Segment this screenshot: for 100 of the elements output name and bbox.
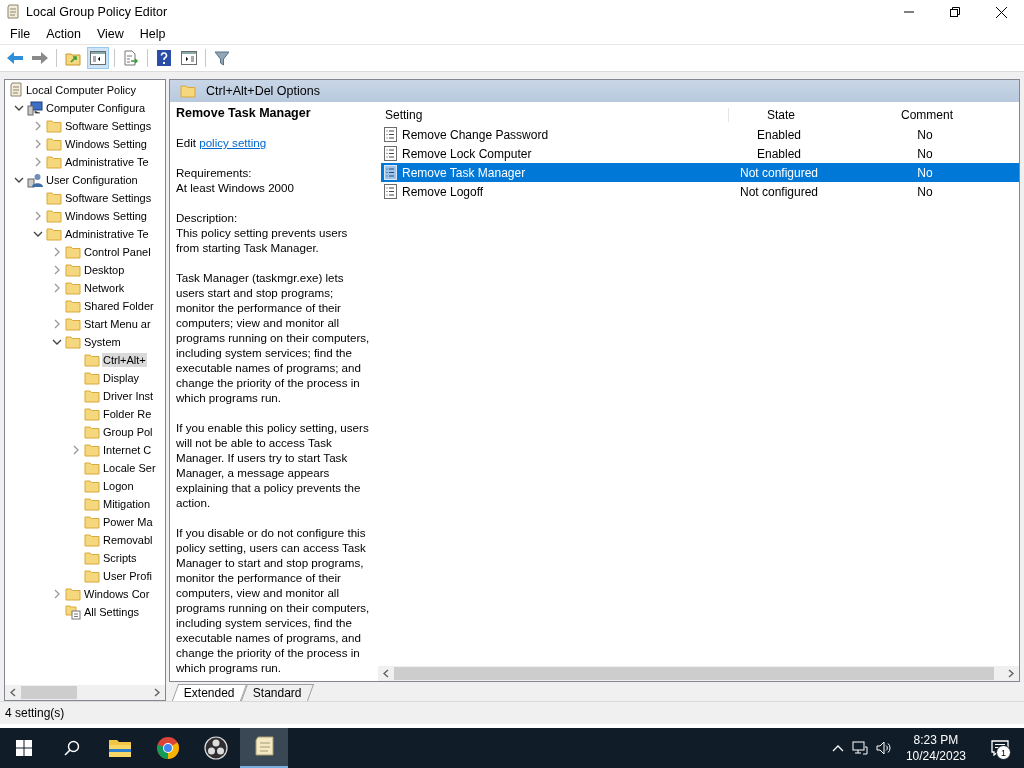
folder-icon xyxy=(46,119,62,133)
show-tree-icon xyxy=(90,51,106,65)
caret-icon[interactable] xyxy=(831,744,844,752)
tree-item[interactable]: Windows Cor xyxy=(83,587,151,601)
clock[interactable]: 8:23 PM 10/24/2023 xyxy=(899,732,972,764)
computer-icon xyxy=(27,100,43,116)
expand-chevron-icon[interactable] xyxy=(54,247,60,257)
setting-row[interactable]: Remove Lock Computer Enabled No xyxy=(381,144,1019,163)
collapse-chevron-icon[interactable] xyxy=(14,105,24,111)
tree-item[interactable]: Shared Folder xyxy=(83,299,155,313)
expand-chevron-icon[interactable] xyxy=(35,121,41,131)
column-header[interactable]: State xyxy=(729,108,829,122)
scroll-right-icon[interactable] xyxy=(154,688,160,697)
collapse-chevron-icon[interactable] xyxy=(33,231,43,237)
folder-icon xyxy=(65,281,81,295)
tree-item[interactable]: Group Pol xyxy=(102,425,154,439)
tree-item[interactable]: Software Settings xyxy=(64,119,153,133)
edit-sentence: Edit policy setting xyxy=(176,135,268,150)
back-arrow-icon xyxy=(6,51,24,65)
tree-item[interactable]: All Settings xyxy=(83,605,141,619)
tree-item[interactable]: Administrative Te xyxy=(64,155,150,169)
description-paragraph: This policy setting prevents users from starting Task Manager. xyxy=(176,225,349,255)
tree-item[interactable]: Windows Setting xyxy=(64,137,148,151)
state-cell-text: Not configured xyxy=(738,184,819,199)
expand-chevron-icon[interactable] xyxy=(35,157,41,167)
tree-item[interactable]: System xyxy=(83,335,122,349)
taskbar-app[interactable] xyxy=(240,728,288,768)
column-header[interactable]: Setting xyxy=(381,108,729,122)
tree-item[interactable]: Removabl xyxy=(102,533,154,547)
comment-cell-text: No xyxy=(916,146,934,161)
folder-icon xyxy=(108,738,132,758)
tree-item[interactable]: Mitigation xyxy=(102,497,152,511)
scrollbar-thumb[interactable] xyxy=(394,667,994,680)
menu-item[interactable]: Action xyxy=(38,27,89,41)
tree-item[interactable]: Windows Setting xyxy=(64,209,148,223)
folder-up-icon xyxy=(65,50,81,66)
tree-item[interactable]: Ctrl+Alt+ xyxy=(102,353,147,367)
policy-setting-link[interactable]: policy setting xyxy=(199,136,267,149)
menu-item[interactable]: File xyxy=(2,27,39,41)
tree-item[interactable]: Start Menu ar xyxy=(83,317,152,331)
expand-chevron-icon[interactable] xyxy=(35,139,41,149)
collapse-chevron-icon[interactable] xyxy=(52,339,62,345)
folder-icon xyxy=(84,389,100,403)
menu-item[interactable]: View xyxy=(88,27,132,41)
menu-item[interactable]: Help xyxy=(131,27,174,41)
folder-icon xyxy=(84,425,100,439)
network-icon[interactable] xyxy=(851,741,868,755)
requirements-text: At least Windows 2000 xyxy=(176,181,294,194)
volume-icon[interactable] xyxy=(875,741,892,755)
folder-icon xyxy=(65,263,81,277)
setting-row[interactable]: Remove Task Manager Not configured No xyxy=(381,163,1019,182)
tree-item[interactable]: Software Settings xyxy=(64,191,153,205)
tree-item[interactable]: Administrative Te xyxy=(64,227,150,241)
tree-item[interactable]: Logon xyxy=(102,479,135,493)
setting-row[interactable]: Remove Change Password Enabled No xyxy=(381,125,1019,144)
tree-item[interactable]: Computer Configura xyxy=(45,101,147,115)
view-tab[interactable]: Standard xyxy=(240,684,314,701)
expand-chevron-icon[interactable] xyxy=(73,445,79,455)
windows-logo-icon xyxy=(16,740,32,756)
tree-item[interactable]: Scripts xyxy=(102,551,138,565)
action-pane-icon xyxy=(181,51,197,65)
user-icon xyxy=(27,172,43,188)
tree-item[interactable]: User Configuration xyxy=(45,173,139,187)
toolbar-button[interactable] xyxy=(87,47,109,69)
setting-name: Remove Logoff xyxy=(402,184,484,199)
status-text: 4 setting(s) xyxy=(5,706,65,720)
expand-chevron-icon[interactable] xyxy=(54,319,60,329)
folder-icon xyxy=(84,461,100,475)
setting-icon xyxy=(384,127,397,142)
tree-item[interactable]: Power Ma xyxy=(102,515,154,529)
notification-button[interactable]: 1 xyxy=(980,728,1020,768)
tree-item[interactable]: User Profi xyxy=(102,569,153,583)
export-list-icon xyxy=(123,50,139,66)
folder-icon xyxy=(84,533,100,547)
tree-item[interactable]: Driver Inst xyxy=(102,389,155,403)
comment-cell-text: No xyxy=(916,165,934,180)
tree-item[interactable]: Internet C xyxy=(102,443,153,457)
scroll-icon xyxy=(6,4,20,20)
tree-item[interactable]: Control Panel xyxy=(83,245,152,259)
category-title: Ctrl+Alt+Del Options xyxy=(206,84,320,98)
tree-item[interactable]: Display xyxy=(102,371,141,385)
column-header[interactable]: Comment xyxy=(829,108,1021,122)
scrollbar-thumb[interactable] xyxy=(21,686,77,699)
tree-item[interactable]: Local Computer Policy xyxy=(25,83,138,97)
tree-item[interactable]: Locale Ser xyxy=(102,461,157,475)
description-paragraph: If you enable this policy setting, users will not be able to access Task Manager. If users try to start Task Manager, a message appears explaining that a policy prevents the action. xyxy=(176,420,370,510)
expand-chevron-icon[interactable] xyxy=(35,211,41,221)
expand-chevron-icon[interactable] xyxy=(54,265,60,275)
scroll-right-icon[interactable] xyxy=(1008,669,1014,678)
tree-item[interactable]: Desktop xyxy=(83,263,126,277)
scroll-left-icon[interactable] xyxy=(383,669,389,678)
collapse-chevron-icon[interactable] xyxy=(14,177,24,183)
expand-chevron-icon[interactable] xyxy=(54,589,60,599)
tree-item[interactable]: Folder Re xyxy=(102,407,153,421)
expand-chevron-icon[interactable] xyxy=(54,283,60,293)
tree-item[interactable]: Network xyxy=(83,281,126,295)
setting-row[interactable]: Remove Logoff Not configured No xyxy=(381,182,1019,201)
view-tab[interactable]: Extended xyxy=(171,684,247,701)
message-icon xyxy=(991,740,1009,756)
scroll-left-icon[interactable] xyxy=(10,688,16,697)
